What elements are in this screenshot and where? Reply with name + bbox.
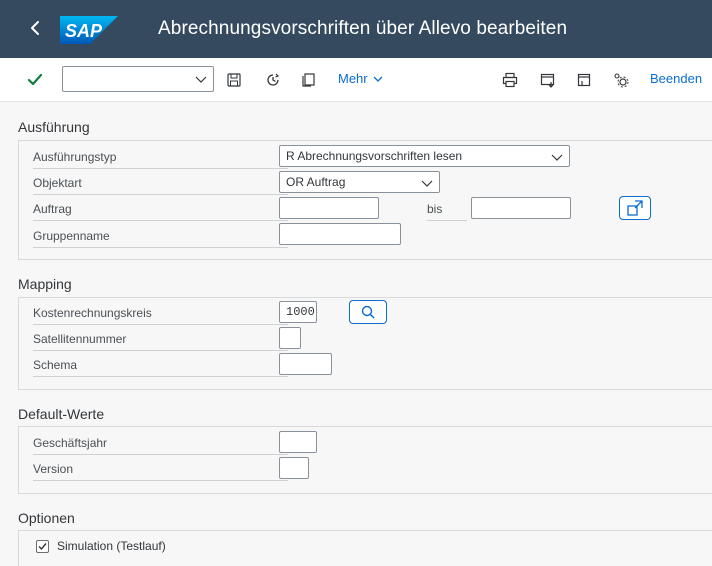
execution-type-select[interactable]: R Abrechnungsvorschriften lesen [279, 145, 570, 167]
get-variant-button[interactable] [540, 68, 556, 92]
more-menu[interactable]: Mehr [338, 71, 384, 86]
section-title-defaults: Default-Werte [18, 406, 105, 422]
checkmark-icon [38, 542, 47, 550]
chevron-down-icon [195, 76, 207, 83]
copy-icon [302, 73, 315, 87]
schedule-button[interactable] [264, 68, 282, 92]
object-type-select[interactable]: OR Auftrag [279, 171, 440, 193]
simulation-option[interactable]: Simulation (Testlauf) [36, 539, 166, 553]
search-icon [361, 305, 375, 319]
clock-arrow-icon [267, 73, 280, 86]
variant-select[interactable] [62, 66, 214, 92]
multiple-selection-icon [627, 200, 643, 216]
svg-text:SAP: SAP [65, 21, 103, 41]
page-title: Abrechnungsvorschriften über Allevo bear… [158, 18, 568, 39]
gears-icon [614, 73, 629, 88]
multiple-selection-button[interactable] [619, 196, 651, 220]
version-input[interactable] [279, 457, 309, 479]
window-download-icon [540, 73, 555, 88]
section-title-mapping: Mapping [18, 276, 72, 292]
fiscal-year-input[interactable] [279, 431, 317, 453]
order-label: Auftrag [33, 202, 288, 221]
schema-label: Schema [33, 358, 288, 377]
order-to-input[interactable] [471, 197, 571, 219]
chevron-down-icon [421, 180, 433, 187]
chevron-down-icon [551, 154, 563, 161]
more-label: Mehr [338, 71, 368, 86]
back-button[interactable] [22, 14, 50, 42]
copy-button[interactable] [300, 68, 316, 92]
save-variant-button[interactable] [226, 68, 242, 92]
simulation-label: Simulation (Testlauf) [57, 539, 166, 553]
window-icon [577, 73, 591, 87]
chevron-down-icon [373, 76, 383, 82]
satellite-number-label: Satellitennummer [33, 332, 288, 351]
save-icon [227, 73, 241, 87]
shell-bar: SAP Abrechnungsvorschriften über Allevo … [0, 0, 712, 58]
execute-button[interactable] [26, 68, 44, 92]
exit-button[interactable]: Beenden [650, 71, 702, 86]
controlling-area-input[interactable]: 1000 [279, 301, 317, 323]
order-from-input[interactable] [279, 197, 379, 219]
print-button[interactable] [502, 68, 518, 92]
defaults-group: Geschäftsjahr Version [18, 426, 712, 494]
controlling-area-label: Kostenrechnungskreis [33, 306, 288, 325]
group-name-input[interactable] [279, 223, 401, 245]
execution-type-label: Ausführungstyp [33, 150, 288, 169]
execution-group: Ausführungstyp R Abrechnungsvorschriften… [18, 140, 712, 260]
object-type-label: Objektart [33, 176, 288, 195]
to-label: bis [427, 202, 467, 221]
print-icon [502, 72, 518, 88]
section-title-options: Optionen [18, 510, 75, 526]
group-name-label: Gruppenname [33, 229, 288, 248]
version-label: Version [33, 462, 288, 481]
checkmark-icon [27, 73, 43, 86]
simulation-checkbox[interactable] [36, 539, 49, 553]
new-window-button[interactable] [576, 68, 592, 92]
execution-type-value: R Abrechnungsvorschriften lesen [286, 149, 463, 163]
section-title-execution: Ausführung [18, 119, 90, 135]
fiscal-year-label: Geschäftsjahr [33, 436, 288, 455]
search-help-button[interactable] [349, 300, 387, 324]
settings-button[interactable] [612, 68, 630, 92]
schema-input[interactable] [279, 353, 332, 375]
object-type-value: OR Auftrag [286, 175, 346, 189]
toolbar: Mehr Beenden [0, 58, 712, 102]
satellite-number-input[interactable] [279, 327, 301, 349]
chevron-left-icon [31, 21, 39, 35]
sap-logo: SAP [60, 16, 118, 44]
mapping-group: Kostenrechnungskreis 1000 Satellitennumm… [18, 297, 712, 390]
